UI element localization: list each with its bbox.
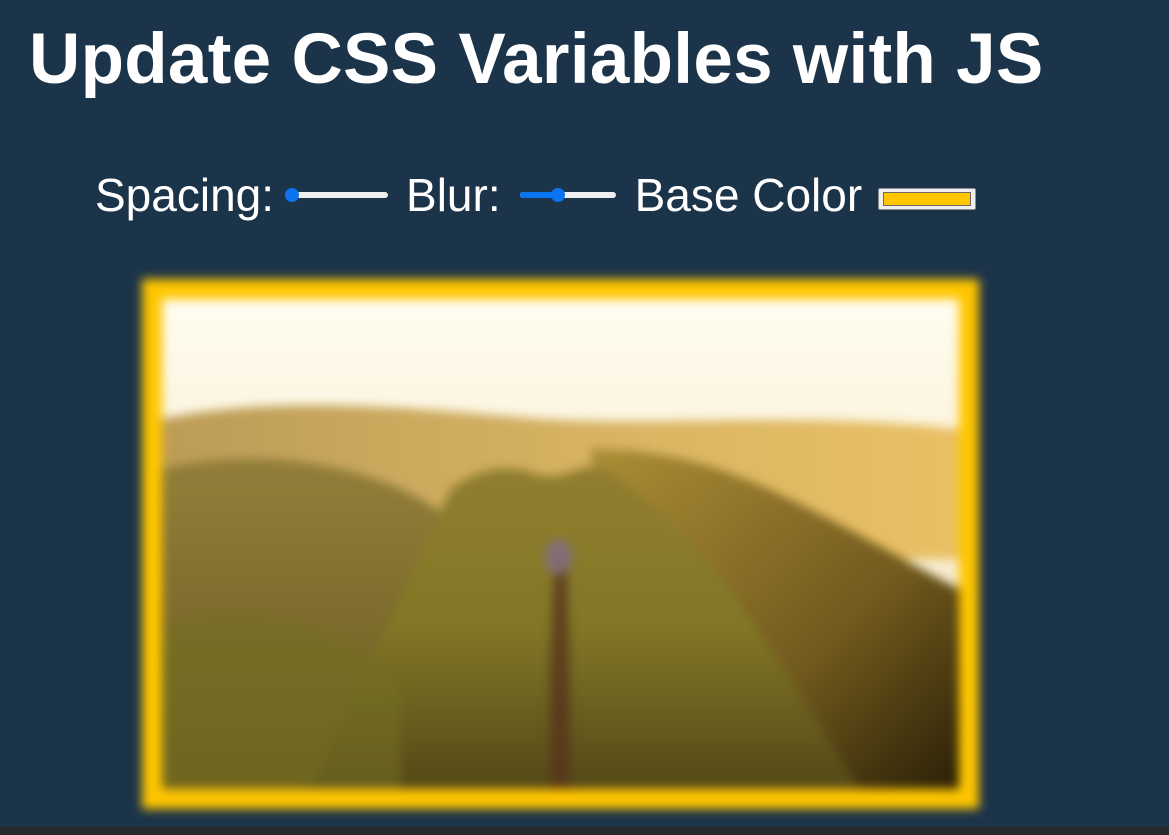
page: Update CSS Variables with JS Spacing: Bl… bbox=[0, 0, 1169, 835]
bottom-strip bbox=[0, 827, 1169, 835]
spacing-slider-thumb[interactable] bbox=[285, 188, 300, 202]
base-color-picker[interactable] bbox=[878, 188, 977, 210]
base-color-label: Base Color bbox=[634, 169, 863, 221]
landscape-photo bbox=[142, 279, 979, 809]
blur-slider-thumb[interactable] bbox=[551, 188, 565, 202]
landscape-photo-icon bbox=[162, 299, 959, 789]
spacing-slider[interactable] bbox=[285, 185, 389, 205]
photo-image bbox=[142, 279, 979, 809]
spacing-slider-track bbox=[292, 192, 389, 198]
blur-label: Blur: bbox=[406, 169, 501, 221]
controls-bar: Spacing: Blur: Base Color bbox=[95, 168, 977, 222]
base-color-chip bbox=[883, 192, 972, 206]
blur-slider[interactable] bbox=[519, 185, 616, 205]
page-title: Update CSS Variables with JS bbox=[29, 20, 1044, 99]
spacing-label: Spacing: bbox=[95, 169, 275, 221]
